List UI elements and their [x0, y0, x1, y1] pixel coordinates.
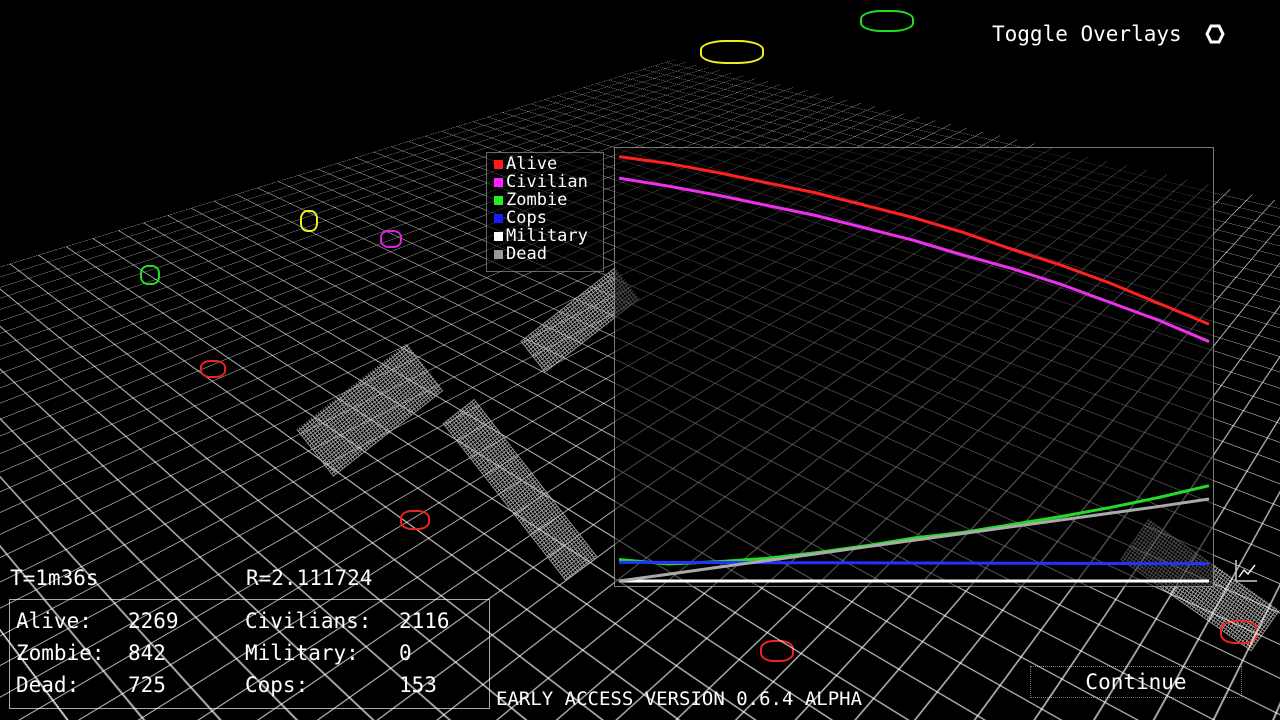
population-chart — [618, 155, 1210, 583]
cops-label: Cops: — [245, 673, 309, 697]
legend-swatch — [494, 213, 503, 223]
civilians-label: Civilians: — [245, 609, 372, 633]
military-label: Military: — [245, 641, 359, 665]
series-line-civilian — [618, 176, 1210, 343]
alive-label: Alive: — [16, 609, 92, 633]
legend-item-dead: Dead — [487, 244, 603, 264]
chart-icon[interactable] — [1232, 557, 1260, 585]
unit-marker — [300, 210, 318, 232]
series-line-dead — [618, 497, 1210, 583]
alive-value: 2269 — [128, 609, 179, 633]
unit-marker — [380, 230, 402, 248]
unit-marker — [760, 640, 794, 662]
gear-icon[interactable] — [1204, 23, 1226, 45]
series-line-cops — [618, 560, 1210, 566]
legend-label: Cops — [506, 208, 547, 228]
continue-label: Continue — [1085, 670, 1187, 694]
legend-item-zombie: Zombie — [487, 190, 603, 210]
zombie-value: 842 — [128, 641, 166, 665]
military-value: 0 — [399, 641, 412, 665]
unit-marker — [1220, 620, 1258, 644]
unit-marker — [200, 360, 226, 378]
stats-panel: Alive: 2269 Zombie: 842 Dead: 725 Civili… — [9, 599, 490, 709]
population-chart-panel — [614, 147, 1214, 587]
legend-item-civilian: Civilian — [487, 172, 603, 192]
series-line-zombie — [618, 484, 1210, 566]
elapsed-time: T=1m36s — [10, 566, 99, 590]
legend-swatch — [494, 195, 503, 205]
unit-marker — [140, 265, 160, 285]
toggle-overlays-button[interactable]: Toggle Overlays — [988, 18, 1264, 50]
legend-label: Alive — [506, 154, 558, 174]
dead-label: Dead: — [16, 673, 80, 697]
legend-label: Military — [506, 226, 588, 246]
toggle-overlays-label: Toggle Overlays — [992, 22, 1182, 46]
infection-ratio: R=2.111724 — [246, 566, 373, 590]
unit-marker — [700, 40, 764, 64]
dead-value: 725 — [128, 673, 166, 697]
continue-button[interactable]: Continue — [1030, 666, 1242, 698]
legend-item-alive: Alive — [487, 154, 603, 174]
civilians-value: 2116 — [399, 609, 450, 633]
legend-item-military: Military — [487, 226, 603, 246]
legend-swatch — [494, 177, 503, 187]
legend-label: Dead — [506, 244, 547, 264]
legend-swatch — [494, 231, 503, 241]
legend-swatch — [494, 159, 503, 169]
legend-swatch — [494, 249, 503, 259]
legend-item-cops: Cops — [487, 208, 603, 228]
chart-legend: Alive Civilian Zombie Cops Military Dead — [486, 152, 604, 272]
unit-marker — [860, 10, 914, 32]
legend-label: Civilian — [506, 172, 588, 192]
unit-marker — [400, 510, 430, 530]
zombie-label: Zombie: — [16, 641, 105, 665]
version-label: EARLY ACCESS VERSION 0.6.4 ALPHA — [496, 688, 863, 710]
cops-value: 153 — [399, 673, 437, 697]
legend-label: Zombie — [506, 190, 568, 210]
